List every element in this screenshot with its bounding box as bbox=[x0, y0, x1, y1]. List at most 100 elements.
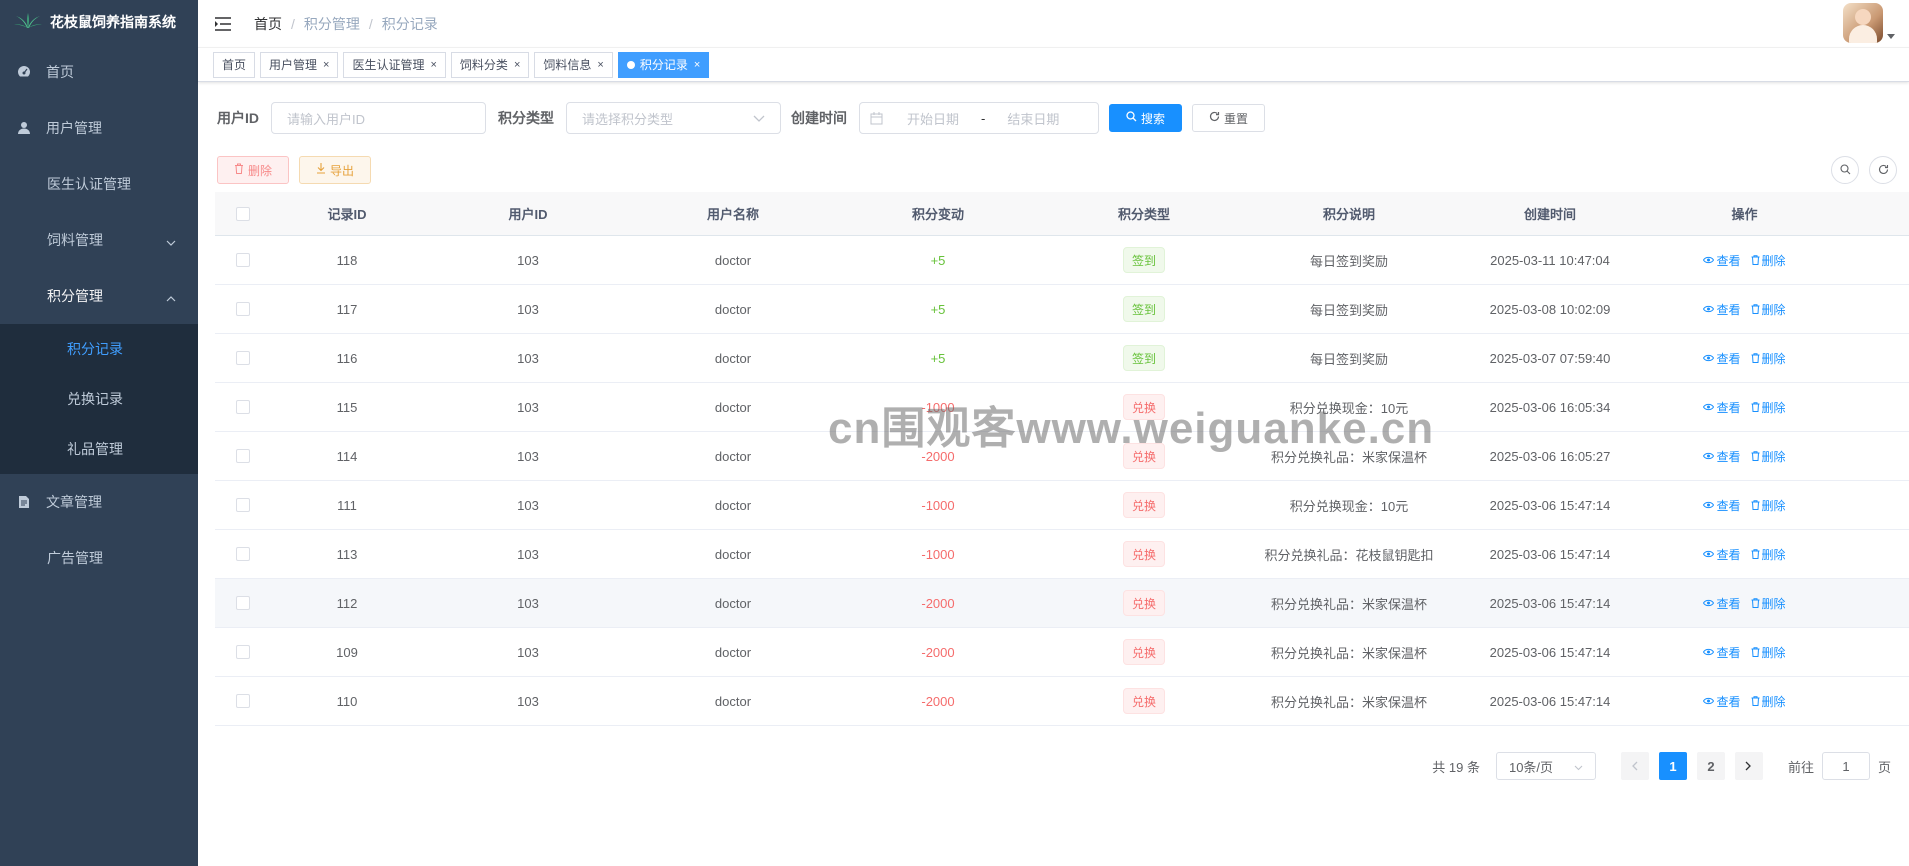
table-row[interactable]: 111 103 doctor -1000 兑换 积分兑换现金：10元 2025-03-06 … bbox=[215, 481, 1909, 530]
user-name: doctor bbox=[714, 546, 752, 562]
sidebar-item-articles[interactable]: 文章管理 bbox=[0, 474, 198, 530]
view-button[interactable]: 查看 bbox=[1703, 497, 1741, 514]
row-delete-button[interactable]: 删除 bbox=[1751, 693, 1786, 710]
hamburger-icon[interactable] bbox=[214, 14, 234, 34]
view-button[interactable]: 查看 bbox=[1703, 546, 1741, 563]
page-size-select[interactable]: 10条/页 bbox=[1495, 752, 1596, 780]
row-checkbox[interactable] bbox=[236, 400, 250, 414]
table-row[interactable]: 114 103 doctor -2000 兑换 积分兑换礼品：米家保温杯 2025-03-0… bbox=[215, 432, 1909, 481]
date-range-picker[interactable]: 开始日期 - 结束日期 bbox=[859, 102, 1099, 134]
user-icon bbox=[16, 120, 32, 136]
row-checkbox[interactable] bbox=[236, 645, 250, 659]
tab-feed-info[interactable]: 饲料信息 × bbox=[534, 51, 613, 78]
tab-users[interactable]: 用户管理 × bbox=[260, 51, 339, 78]
table-row[interactable]: 117 103 doctor +5 签到 每日签到奖励 2025-03-08 10:02:0… bbox=[215, 285, 1909, 334]
row-delete-button[interactable]: 删除 bbox=[1751, 350, 1786, 367]
table-body: 118 103 doctor +5 签到 每日签到奖励 2025-03-11 10:47:0… bbox=[215, 236, 1909, 726]
table-row[interactable]: 116 103 doctor +5 签到 每日签到奖励 2025-03-07 07:59:4… bbox=[215, 334, 1909, 383]
goto-input[interactable]: 1 bbox=[1821, 752, 1870, 780]
sidebar-item-home[interactable]: 首页 bbox=[0, 44, 198, 100]
row-delete-button[interactable]: 删除 bbox=[1751, 252, 1786, 269]
row-checkbox[interactable] bbox=[236, 302, 250, 316]
view-button[interactable]: 查看 bbox=[1703, 301, 1741, 318]
table-row[interactable]: 113 103 doctor -1000 兑换 积分兑换礼品：花枝鼠钥匙扣 2025-03-… bbox=[215, 530, 1909, 579]
record-id: 116 bbox=[336, 350, 358, 366]
table-row[interactable]: 109 103 doctor -2000 兑换 积分兑换礼品：米家保温杯 2025-03-0… bbox=[215, 628, 1909, 677]
user-menu[interactable] bbox=[1843, 3, 1895, 43]
column-header: 积分变动 bbox=[911, 207, 964, 222]
view-button[interactable]: 查看 bbox=[1703, 595, 1741, 612]
view-button[interactable]: 查看 bbox=[1703, 350, 1741, 367]
sidebar-item-users[interactable]: 用户管理 bbox=[0, 100, 198, 156]
breadcrumb-item[interactable]: 首页 bbox=[254, 14, 282, 34]
page-button[interactable]: 2 bbox=[1696, 752, 1725, 780]
tab-points-records[interactable]: 积分记录 × bbox=[617, 51, 710, 78]
delete-button[interactable]: 删除 bbox=[217, 156, 289, 184]
toggle-search-button[interactable] bbox=[1831, 156, 1859, 184]
row-checkbox[interactable] bbox=[236, 498, 250, 512]
row-delete-button[interactable]: 删除 bbox=[1751, 301, 1786, 318]
view-button[interactable]: 查看 bbox=[1703, 399, 1741, 416]
select-all-checkbox[interactable] bbox=[215, 192, 271, 235]
table-row[interactable]: 112 103 doctor -2000 兑换 积分兑换礼品：米家保温杯 2025-03-0… bbox=[215, 579, 1909, 628]
tab-home[interactable]: 首页 bbox=[213, 51, 256, 78]
next-page-button[interactable] bbox=[1734, 752, 1763, 780]
sidebar-item-points-records[interactable]: 积分记录 bbox=[0, 324, 198, 374]
row-checkbox[interactable] bbox=[236, 253, 250, 267]
start-date-placeholder[interactable]: 开始日期 bbox=[895, 109, 971, 128]
view-button[interactable]: 查看 bbox=[1703, 693, 1741, 710]
sidebar-item-exchange-records[interactable]: 兑换记录 bbox=[0, 374, 198, 424]
row-checkbox[interactable] bbox=[236, 351, 250, 365]
export-button[interactable]: 导出 bbox=[299, 156, 371, 184]
close-icon[interactable]: × bbox=[597, 59, 603, 71]
row-checkbox[interactable] bbox=[236, 449, 250, 463]
reset-button[interactable]: 重置 bbox=[1192, 104, 1265, 132]
user-id: 103 bbox=[517, 350, 539, 366]
points-submenu: 积分记录 兑换记录 礼品管理 bbox=[0, 324, 198, 474]
refresh-button[interactable] bbox=[1869, 156, 1897, 184]
view-button[interactable]: 查看 bbox=[1703, 448, 1741, 465]
tab-doctor-auth[interactable]: 医生认证管理 × bbox=[343, 51, 446, 78]
points-description: 积分兑换礼品：米家保温杯 bbox=[1270, 596, 1427, 612]
row-checkbox[interactable] bbox=[236, 547, 250, 561]
close-icon[interactable]: × bbox=[514, 59, 520, 71]
search-button[interactable]: 搜索 bbox=[1109, 104, 1182, 132]
points-type-tag: 兑换 bbox=[1122, 394, 1165, 420]
page-button[interactable]: 1 bbox=[1658, 752, 1687, 780]
table-row[interactable]: 110 103 doctor -2000 兑换 积分兑换礼品：米家保温杯 2025-03-0… bbox=[215, 677, 1909, 726]
row-checkbox-cell bbox=[215, 432, 271, 480]
row-delete-button[interactable]: 删除 bbox=[1751, 546, 1786, 563]
logo[interactable]: 花枝鼠饲养指南系统 bbox=[0, 0, 198, 44]
column-header: 用户名称 bbox=[706, 207, 759, 222]
row-checkbox[interactable] bbox=[236, 694, 250, 708]
created-time: 2025-03-06 15:47:14 bbox=[1489, 644, 1611, 660]
row-delete-button[interactable]: 删除 bbox=[1751, 399, 1786, 416]
reset-button-label: 重置 bbox=[1223, 111, 1248, 126]
avatar[interactable] bbox=[1843, 3, 1883, 43]
sidebar-item-feed[interactable]: 饲料管理 bbox=[0, 212, 198, 268]
close-icon[interactable]: × bbox=[694, 59, 700, 71]
end-date-placeholder[interactable]: 结束日期 bbox=[995, 109, 1071, 128]
view-button[interactable]: 查看 bbox=[1703, 644, 1741, 661]
sidebar-item-ads[interactable]: 广告管理 bbox=[0, 530, 198, 586]
caret-down-icon[interactable] bbox=[1887, 27, 1895, 43]
tab-feed-category[interactable]: 饲料分类 × bbox=[450, 51, 530, 78]
row-delete-button[interactable]: 删除 bbox=[1751, 595, 1786, 612]
table-row[interactable]: 115 103 doctor -1000 兑换 积分兑换现金：10元 2025-03-06 … bbox=[215, 383, 1909, 432]
row-delete-button[interactable]: 删除 bbox=[1751, 497, 1786, 514]
user-id: 103 bbox=[517, 546, 539, 562]
sidebar-item-gifts[interactable]: 礼品管理 bbox=[0, 424, 198, 474]
checkbox[interactable] bbox=[236, 206, 250, 221]
type-select[interactable]: 请选择积分类型 bbox=[566, 102, 781, 134]
table-row[interactable]: 118 103 doctor +5 签到 每日签到奖励 2025-03-11 10:47:0… bbox=[215, 236, 1909, 285]
close-icon[interactable]: × bbox=[430, 59, 436, 71]
user-id-input[interactable]: 请输入用户ID bbox=[271, 102, 486, 134]
sidebar-item-doctor-auth[interactable]: 医生认证管理 bbox=[0, 156, 198, 212]
row-checkbox[interactable] bbox=[236, 596, 250, 610]
row-delete-button[interactable]: 删除 bbox=[1751, 448, 1786, 465]
sidebar-item-points[interactable]: 积分管理 bbox=[0, 268, 198, 324]
row-delete-button[interactable]: 删除 bbox=[1751, 644, 1786, 661]
view-button[interactable]: 查看 bbox=[1703, 252, 1741, 269]
close-icon[interactable]: × bbox=[323, 59, 329, 71]
prev-page-button[interactable] bbox=[1620, 752, 1649, 780]
